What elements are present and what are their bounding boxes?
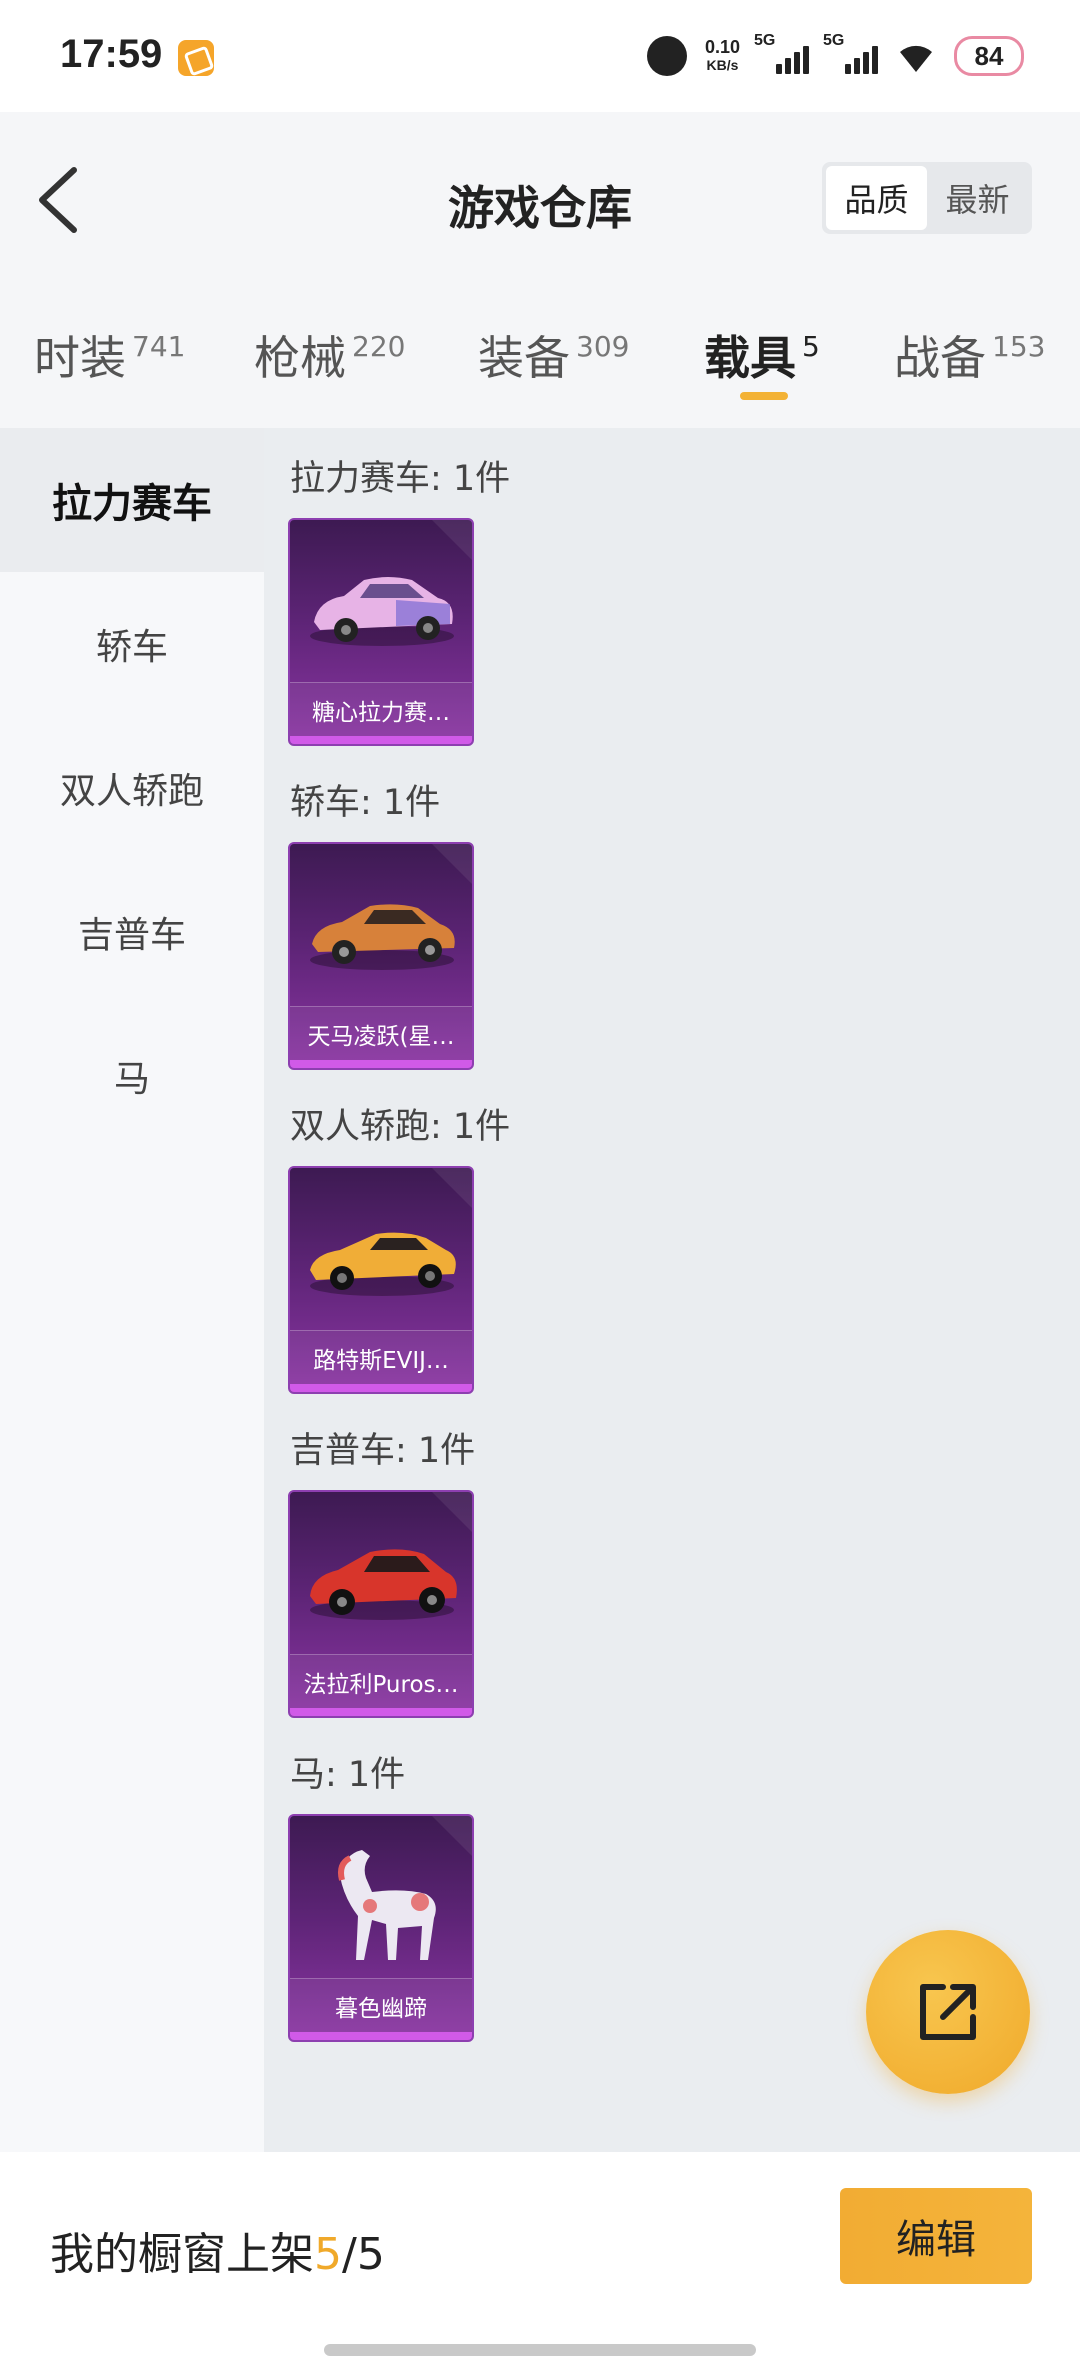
section-title: 轿车: 1件 — [290, 783, 441, 823]
tab-fashion[interactable]: 时装 741 — [34, 322, 185, 422]
tab-supplies[interactable]: 战备 153 — [894, 322, 1045, 422]
item-card[interactable]: 法拉利Puros… — [288, 1490, 474, 1718]
tab-label: 战备 — [894, 331, 986, 385]
network-speed-value: 0.10 — [704, 37, 740, 57]
tab-count: 153 — [992, 330, 1046, 363]
network-speed-unit: KB/s — [706, 57, 739, 73]
section-title: 吉普车: 1件 — [290, 1431, 476, 1471]
sim1-label: 5G — [754, 32, 776, 49]
orange-sedan-icon — [310, 904, 455, 970]
tab-firearms[interactable]: 枪械 220 — [254, 322, 405, 422]
horse-icon — [338, 1850, 436, 1960]
showcase-label: 我的橱窗上架 — [50, 2229, 314, 2280]
edit-button[interactable]: 编辑 — [840, 2188, 1032, 2284]
share-button[interactable] — [866, 1930, 1030, 2094]
tab-count: 741 — [132, 330, 186, 363]
section-title: 拉力赛车: 1件 — [290, 459, 511, 499]
yellow-sports-car-icon — [310, 1232, 456, 1296]
showcase-current-count: 5 — [314, 2229, 342, 2280]
tab-label: 载具 — [704, 331, 796, 385]
status-bar: 17:59 0.10 KB/s 5G 5G 84 — [0, 0, 1080, 112]
pink-rally-car-icon — [310, 577, 454, 646]
item-name: 法拉利Puros… — [290, 1654, 472, 1708]
network-speed: 0.10 KB/s — [705, 38, 740, 74]
wifi-icon — [900, 45, 932, 72]
rarity-bar — [290, 736, 472, 744]
item-card[interactable]: 路特斯EVIJ… — [288, 1166, 474, 1394]
sidebar-item-coupe[interactable]: 双人轿跑 — [0, 716, 264, 860]
sort-option-latest[interactable]: 最新 — [927, 166, 1028, 230]
item-list: 拉力赛车: 1件 糖心拉力赛… 轿车: 1件 天马凌跃(星… 双人轿跑: 1件 — [264, 428, 1080, 2152]
tab-label: 装备 — [478, 331, 570, 385]
sidebar-item-horse[interactable]: 马 — [0, 1004, 264, 1148]
active-tab-indicator — [740, 392, 788, 400]
tab-label: 枪械 — [254, 331, 346, 385]
item-name: 暮色幽蹄 — [290, 1978, 472, 2032]
tab-count: 309 — [576, 330, 630, 363]
status-time: 17:59 — [60, 32, 163, 76]
bottom-bar: 我的橱窗上架5/5 编辑 — [0, 2152, 1080, 2376]
sort-option-quality[interactable]: 品质 — [826, 166, 927, 230]
tab-equipment[interactable]: 装备 309 — [478, 322, 629, 422]
red-suv-icon — [310, 1549, 457, 1620]
item-name: 天马凌跃(星… — [290, 1006, 472, 1060]
app-notification-icon — [178, 40, 214, 76]
battery-indicator: 84 — [954, 36, 1024, 76]
rarity-bar — [290, 1060, 472, 1068]
category-sidebar: 拉力赛车 轿车 双人轿跑 吉普车 马 — [0, 428, 264, 2152]
item-name: 路特斯EVIJ… — [290, 1330, 472, 1384]
section-title: 马: 1件 — [290, 1755, 406, 1795]
signal-icon-sim1: 5G — [754, 32, 809, 74]
rarity-bar — [290, 1384, 472, 1392]
item-card[interactable]: 天马凌跃(星… — [288, 842, 474, 1070]
alarm-icon — [646, 36, 687, 76]
tab-count: 5 — [802, 330, 820, 363]
tab-label: 时装 — [34, 331, 126, 385]
signal-icon-sim2: 5G — [823, 32, 878, 74]
status-icons: 0.10 KB/s 5G 5G 84 — [646, 30, 1024, 82]
tab-vehicles[interactable]: 载具 5 — [704, 322, 820, 422]
sidebar-item-rally-car[interactable]: 拉力赛车 — [0, 428, 264, 572]
sim2-label: 5G — [823, 32, 845, 49]
sidebar-item-sedan[interactable]: 轿车 — [0, 572, 264, 716]
external-link-icon — [920, 1984, 976, 2040]
home-indicator[interactable] — [324, 2344, 756, 2356]
section-title: 双人轿跑: 1件 — [290, 1107, 511, 1147]
showcase-status: 我的橱窗上架5/5 — [50, 2218, 385, 2282]
item-name: 糖心拉力赛… — [290, 682, 472, 736]
rarity-bar — [290, 2032, 472, 2040]
showcase-total: /5 — [342, 2229, 385, 2280]
sidebar-item-jeep[interactable]: 吉普车 — [0, 860, 264, 1004]
tab-count: 220 — [352, 330, 406, 363]
sort-toggle: 品质 最新 — [822, 162, 1032, 234]
item-card[interactable]: 暮色幽蹄 — [288, 1814, 474, 2042]
item-card[interactable]: 糖心拉力赛… — [288, 518, 474, 746]
rarity-bar — [290, 1708, 472, 1716]
